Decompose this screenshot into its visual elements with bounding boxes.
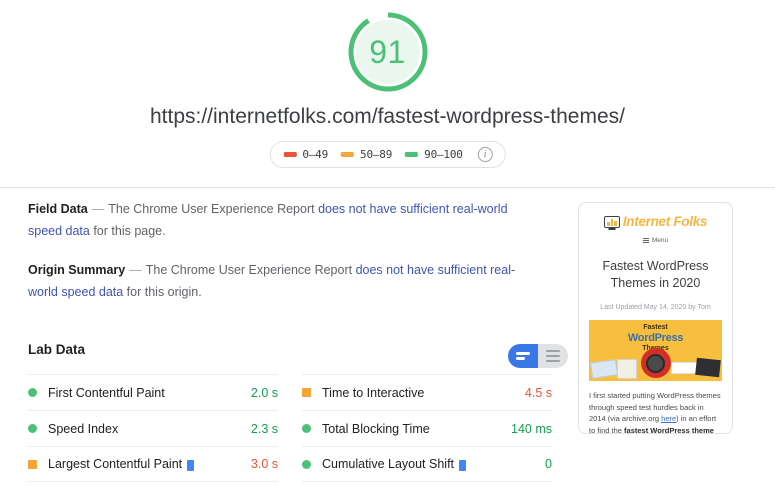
field-data-text-after: for this page. — [89, 224, 166, 238]
metric-label: Speed Index — [48, 421, 119, 436]
origin-summary-text-after: for this origin. — [123, 285, 202, 299]
metric-name: Cumulative Layout Shift — [322, 457, 545, 471]
thumbnail-page-meta: Last Updated May 14, 2020 by Tom — [600, 304, 711, 311]
expanded-view-button[interactable] — [508, 344, 538, 368]
metric-row-cumulative-layout-shift[interactable]: Cumulative Layout Shift 0 — [302, 446, 552, 482]
field-data-title: Field Data — [28, 202, 88, 216]
metrics-column-left: First Contentful Paint 2.0 s Speed Index… — [28, 374, 278, 482]
metric-value: 2.0 s — [250, 385, 278, 400]
metric-label: Total Blocking Time — [322, 421, 430, 436]
poor-swatch-icon — [283, 152, 297, 157]
origin-summary-title: Origin Summary — [28, 263, 126, 277]
metric-row-total-blocking-time[interactable]: Total Blocking Time 140 ms — [302, 410, 552, 446]
metric-value: 0 — [545, 457, 552, 471]
legend-item-good: 90–100 — [405, 148, 463, 161]
analyzed-url: https://internetfolks.com/fastest-wordpr… — [149, 105, 625, 128]
lab-data-view-toggle[interactable] — [508, 344, 568, 368]
score-value: 91 — [369, 33, 406, 70]
pagespeed-report: 91 https://internetfolks.com/fastest-wor… — [0, 0, 775, 501]
origin-summary-section: Origin Summary — The Chrome User Experienc… — [28, 259, 528, 303]
expanded-view-icon — [516, 352, 530, 360]
metric-name: Speed Index — [48, 422, 251, 436]
metric-label: Largest Contentful Paint — [48, 457, 183, 471]
info-icon[interactable]: i — [477, 147, 493, 162]
feature-shape-card — [617, 359, 637, 379]
score-gauge-container: 91 — [0, 8, 775, 96]
thumbnail-logo-text: Internet Folks — [622, 214, 708, 229]
field-data-section: Field Data — The Chrome User Experience Re… — [28, 198, 528, 242]
hamburger-icon — [642, 238, 649, 243]
metric-label: Time to Interactive — [322, 385, 425, 400]
compact-view-button[interactable] — [538, 344, 568, 368]
metrics-column-right: Time to Interactive 4.5 s Total Blocking… — [302, 374, 552, 482]
metric-name: Largest Contentful Paint — [48, 457, 251, 471]
metric-name: First Contentful Paint — [48, 386, 251, 400]
report-header: 91 https://internetfolks.com/fastest-wor… — [0, 0, 775, 188]
metric-row-speed-index[interactable]: Speed Index 2.3 s — [28, 410, 278, 446]
legend-label-average: 50–89 — [360, 148, 393, 161]
metric-row-first-contentful-paint[interactable]: First Contentful Paint 2.0 s — [28, 374, 278, 410]
origin-summary-text-before: The Chrome User Experience Report — [145, 263, 356, 277]
metric-name: Time to Interactive — [322, 386, 525, 400]
metric-row-largest-contentful-paint[interactable]: Largest Contentful Paint 3.0 s — [28, 446, 278, 482]
thumbnail-menu-label: Menu — [651, 237, 669, 244]
metric-label: Cumulative Layout Shift — [322, 457, 455, 471]
legend-item-poor: 0–49 — [283, 148, 328, 161]
feature-shape-laptop — [590, 359, 618, 379]
thumbnail-body-text: I first started putting WordPress themes… — [589, 390, 722, 434]
metric-label: First Contentful Paint — [48, 385, 165, 400]
feature-line-1: Fastest — [643, 324, 668, 331]
compact-view-icon — [546, 349, 560, 363]
experimental-badge-icon — [187, 459, 195, 471]
legend-label-poor: 0–49 — [302, 148, 329, 161]
metric-value: 140 ms — [511, 421, 552, 436]
origin-summary-dash: — — [129, 263, 142, 277]
good-swatch-icon — [405, 152, 419, 157]
thumbnail-logo: Internet Folks — [589, 214, 722, 229]
monitor-chart-icon — [603, 215, 620, 228]
experimental-badge-icon — [459, 459, 467, 471]
score-legend[interactable]: 0–49 50–89 90–100 i — [269, 141, 506, 168]
legend-label-good: 90–100 — [424, 148, 463, 161]
performance-score-gauge: 91 — [344, 8, 432, 96]
status-square-icon — [302, 388, 311, 397]
metric-name: Total Blocking Time — [322, 422, 511, 436]
feature-shape-dark-card — [695, 357, 721, 378]
status-circle-icon — [28, 424, 37, 433]
status-square-icon — [28, 459, 37, 469]
body-text-link[interactable]: here — [661, 414, 676, 423]
legend-item-average: 50–89 — [341, 148, 392, 161]
page-screenshot-thumbnail: Internet Folks Menu Fastest WordPress Th… — [578, 202, 733, 434]
metric-value: 3.0 s — [250, 457, 278, 471]
thumbnail-menu: Menu — [589, 237, 722, 244]
lab-data-metrics: First Contentful Paint 2.0 s Speed Index… — [28, 374, 552, 482]
metric-value: 2.3 s — [250, 421, 278, 436]
metric-value: 4.5 s — [524, 385, 552, 400]
field-data-text-before: The Chrome User Experience Report — [108, 202, 319, 216]
lab-data-heading: Lab Data — [28, 342, 86, 357]
thumbnail-page-title: Fastest WordPress Themes in 2020 — [602, 259, 709, 290]
field-data-dash: — — [91, 202, 105, 216]
thumbnail-feature-image: Fastest WordPress Themes — [589, 320, 722, 381]
status-circle-icon — [28, 388, 37, 397]
average-swatch-icon — [341, 152, 355, 157]
report-left-column: Field Data — The Chrome User Experience Re… — [0, 189, 570, 501]
metric-row-time-to-interactive[interactable]: Time to Interactive 4.5 s — [302, 374, 552, 410]
status-circle-icon — [302, 459, 311, 469]
body-text-bold: fastest WordPress theme — [624, 425, 714, 434]
status-circle-icon — [302, 424, 311, 433]
wordpress-logo-icon — [640, 348, 671, 378]
feature-line-2: WordPress — [627, 332, 684, 344]
